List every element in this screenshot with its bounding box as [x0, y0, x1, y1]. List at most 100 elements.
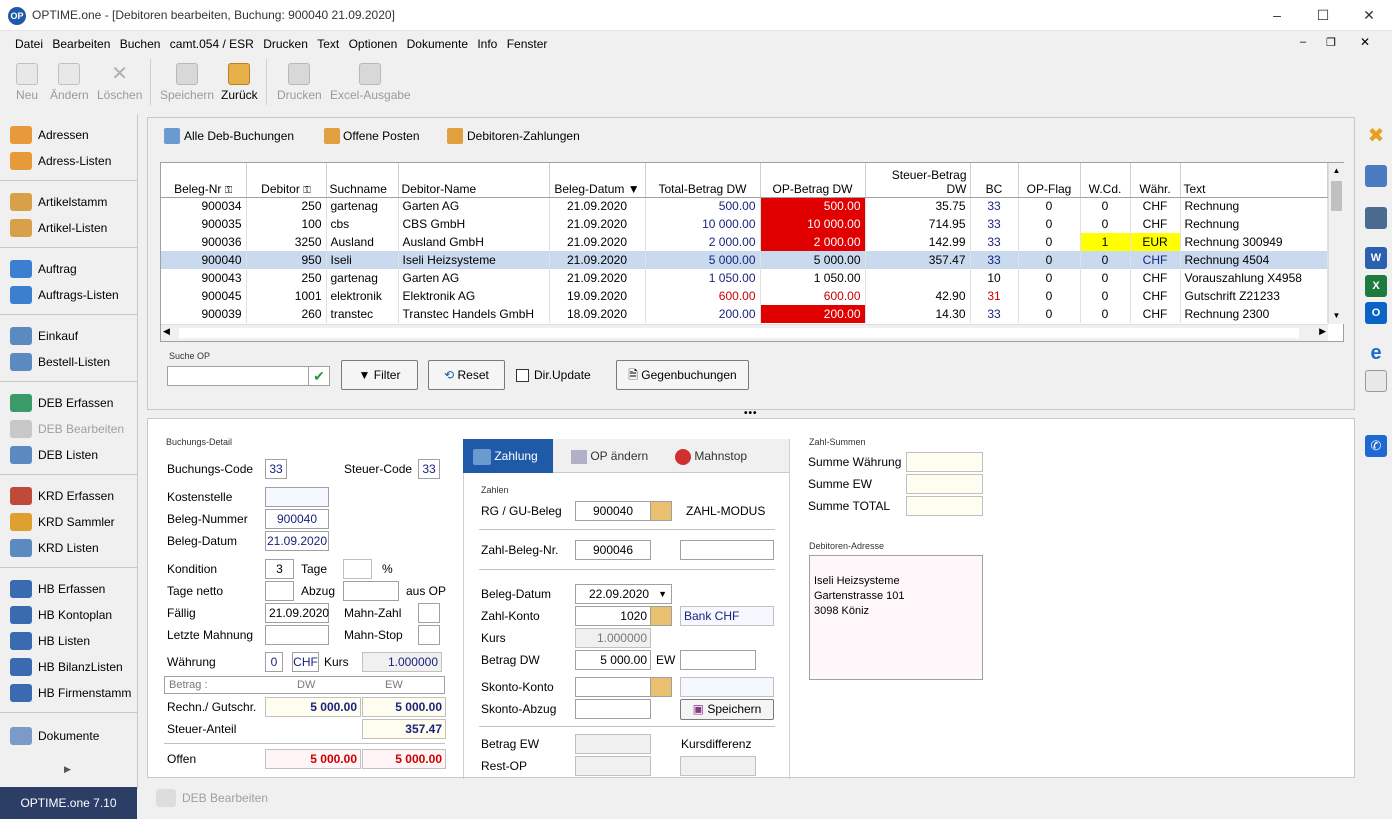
buchungscode-field[interactable]: 33 — [265, 459, 287, 479]
sidebar-item-deb-erfassen[interactable]: DEB Erfassen — [0, 390, 137, 416]
maximize-button[interactable]: ☐ — [1300, 0, 1346, 31]
app-icon[interactable] — [1365, 207, 1387, 229]
menu-bearbeiten[interactable]: Bearbeiten — [49, 33, 113, 51]
menu-dokumente[interactable]: Dokumente — [404, 33, 471, 51]
sidebar-item-artikelstamm[interactable]: Artikelstamm — [0, 189, 137, 215]
sidebar-item-hb-firmenstamm[interactable]: HB Firmenstamm — [0, 680, 137, 706]
excel-icon[interactable]: X — [1365, 275, 1387, 297]
folder-icon[interactable] — [650, 501, 672, 521]
close-all-icon[interactable]: ✖ — [1365, 125, 1387, 147]
sidebar-item-adress-listen[interactable]: Adress-Listen — [0, 148, 137, 174]
col-op-betrag[interactable]: OP-Betrag DW — [760, 163, 866, 198]
outlook-icon[interactable]: O — [1365, 302, 1387, 324]
minimize-button[interactable]: – — [1254, 0, 1300, 31]
col-suchname[interactable]: Suchname — [326, 163, 399, 198]
zbn-extra-field[interactable] — [680, 540, 774, 560]
filter-button[interactable]: ▼ Filter — [341, 360, 418, 390]
neu-button[interactable]: Neu — [16, 63, 38, 102]
check-icon[interactable]: ✔ — [308, 366, 330, 386]
tab-mahnstop[interactable]: Mahnstop — [675, 439, 747, 473]
col-wcd[interactable]: W.Cd. — [1080, 163, 1131, 198]
rechn-dw-field[interactable]: 5 000.00 — [265, 697, 361, 717]
mdi-close-icon[interactable]: ✕ — [1360, 35, 1370, 49]
sidebar-item-hb-kontoplan[interactable]: HB Kontoplan — [0, 602, 137, 628]
steuercode-field[interactable]: 33 — [418, 459, 440, 479]
table-row[interactable]: 900036 3250 Ausland Ausland GmbH 21.09.2020 2… — [161, 233, 1328, 251]
drucken-button[interactable]: Drucken — [277, 63, 322, 102]
tab-offene-posten[interactable]: Offene Posten — [343, 129, 420, 143]
mdi-minimize-icon[interactable]: – — [1300, 36, 1306, 48]
sidebar-item-auftrag[interactable]: Auftrag — [0, 256, 137, 282]
kondition-field[interactable]: 3 — [265, 559, 294, 579]
sidebar-item-artikel-listen[interactable]: Artikel-Listen — [0, 215, 137, 241]
grid-vscroll[interactable]: ▲ ▼ — [1328, 163, 1344, 324]
search-input[interactable] — [167, 366, 309, 386]
table-row[interactable]: 900045 1001 elektronik Elektronik AG 19.09.2… — [161, 287, 1328, 305]
mahnzahl-field[interactable] — [418, 603, 440, 623]
letzte-mahnung-field[interactable] — [265, 625, 329, 645]
folder-icon[interactable] — [650, 677, 672, 697]
zurueck-button[interactable]: Zurück — [221, 63, 258, 102]
loeschen-button[interactable]: ✕ Löschen — [97, 63, 142, 102]
col-debitor[interactable]: Debitor ⚿ — [246, 163, 327, 198]
aendern-button[interactable]: Ändern — [50, 63, 89, 102]
col-beleg-nr[interactable]: Beleg-Nr ⚿ — [161, 163, 247, 198]
speichern-button[interactable]: Speichern — [160, 63, 214, 102]
browser-icon[interactable]: e — [1365, 342, 1387, 364]
table-row[interactable]: 900040 950 Iseli Iseli Heizsysteme 21.09.202… — [161, 251, 1328, 269]
waehrung-code-field[interactable]: 0 — [265, 652, 283, 672]
excel-button[interactable]: Excel-Ausgabe — [330, 63, 411, 102]
sidebar-item-krd-listen[interactable]: KRD Listen — [0, 535, 137, 561]
mail-document-icon[interactable] — [1365, 370, 1387, 392]
dir-update-checkbox[interactable] — [516, 369, 529, 382]
sidebar-item-adressen[interactable]: Adressen — [0, 122, 137, 148]
phone-icon[interactable]: ✆ — [1365, 435, 1387, 457]
sidebar-item-dokumente[interactable]: Dokumente — [0, 723, 137, 749]
tagenetto-field[interactable] — [265, 581, 294, 601]
sa-field[interactable] — [575, 699, 651, 719]
sidebar-item-hb-listen[interactable]: HB Listen — [0, 628, 137, 654]
zk-field[interactable]: 1020 — [575, 606, 651, 626]
abzug-field[interactable] — [343, 581, 399, 601]
gegenbuchungen-button[interactable]: 🗎 Gegenbuchungen — [616, 360, 749, 390]
folder-icon[interactable] — [650, 606, 672, 626]
rechn-ew-field[interactable]: 5 000.00 — [362, 697, 446, 717]
sidebar-item-hb-erfassen[interactable]: HB Erfassen — [0, 576, 137, 602]
col-total-betrag[interactable]: Total-Betrag DW — [645, 163, 761, 198]
sidebar-item-krd-sammler[interactable]: KRD Sammler — [0, 509, 137, 535]
menu-text[interactable]: Text — [314, 33, 342, 51]
col-steuer-betrag[interactable]: Steuer-Betrag DW — [865, 163, 971, 198]
sidebar-item-auftrags-listen[interactable]: Auftrags-Listen — [0, 282, 137, 308]
bdw-field[interactable]: 5 000.00 — [575, 650, 651, 670]
belegdatum-field[interactable]: 21.09.2020 — [265, 531, 329, 551]
rg-field[interactable]: 900040 — [575, 501, 651, 521]
menu-datei[interactable]: Datei — [12, 33, 46, 51]
tab-alle-deb-buchungen[interactable]: Alle Deb-Buchungen — [184, 129, 294, 143]
faellig-field[interactable]: 21.09.2020 — [265, 603, 329, 623]
kurs-field[interactable]: 1.000000 — [362, 652, 442, 672]
reset-button[interactable]: ⟲ Reset — [428, 360, 505, 390]
menu-fenster[interactable]: Fenster — [504, 33, 551, 51]
sidebar-item-einkauf[interactable]: Einkauf — [0, 323, 137, 349]
word-icon[interactable]: W — [1365, 247, 1387, 269]
ew-field[interactable] — [680, 650, 756, 670]
sk-field[interactable] — [575, 677, 651, 697]
offen-ew-field[interactable]: 5 000.00 — [362, 749, 446, 769]
grid-hscroll[interactable]: ◀ ▶ — [161, 324, 1328, 341]
kurs2-field[interactable]: 1.000000 — [575, 628, 651, 648]
col-text[interactable]: Text — [1180, 163, 1328, 198]
belegnr-field[interactable]: 900040 — [265, 509, 329, 529]
sidebar-item-krd-erfassen[interactable]: KRD Erfassen — [0, 483, 137, 509]
sidebar-item-hb-bilanzlisten[interactable]: HB BilanzListen — [0, 654, 137, 680]
tage-field[interactable] — [343, 559, 372, 579]
mahnstop-field[interactable] — [418, 625, 440, 645]
calculator-icon[interactable] — [1365, 165, 1387, 187]
table-row[interactable]: 900039 260 transtec Transtec Handels GmbH 18… — [161, 305, 1328, 323]
sidebar-item-bestell-listen[interactable]: Bestell-Listen — [0, 349, 137, 375]
bd-dropdown[interactable]: 22.09.2020 ▼ — [575, 584, 672, 604]
sidebar-expand-icon[interactable]: ▶ — [64, 764, 71, 775]
menu-optionen[interactable]: Optionen — [346, 33, 401, 51]
menu-drucken[interactable]: Drucken — [260, 33, 311, 51]
menu-buchen[interactable]: Buchen — [117, 33, 164, 51]
speichern-zahlung-button[interactable]: ▣ Speichern — [680, 699, 774, 720]
